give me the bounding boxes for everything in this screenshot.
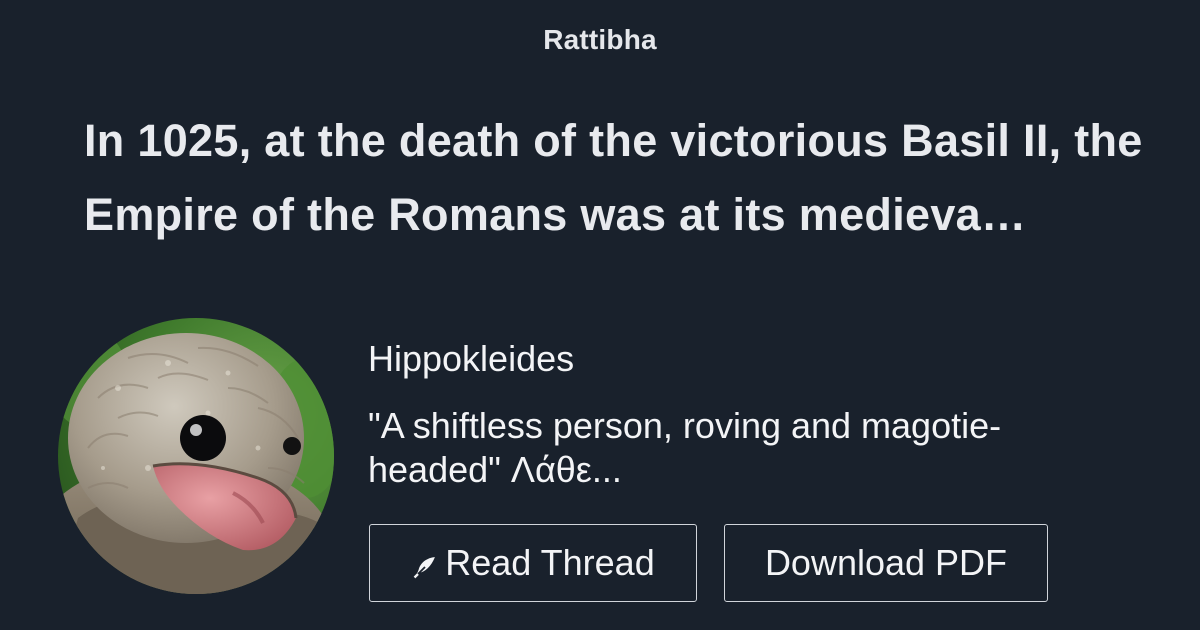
potoo-bird-avatar-image [58,318,334,594]
brand-name: Rattibha [543,24,657,55]
read-thread-label: Read Thread [445,542,655,583]
author-name: Hippokleides [368,338,575,379]
thread-title: In 1025, at the death of the victorious … [84,115,1143,240]
author-avatar [58,318,334,594]
download-pdf-button[interactable]: Download PDF [724,524,1048,602]
read-thread-button[interactable]: Read Thread [369,524,697,602]
author-bio: "A shiftless person, roving and magotie-… [368,405,1002,490]
download-pdf-label: Download PDF [764,542,1008,583]
feather-icon [413,557,436,579]
